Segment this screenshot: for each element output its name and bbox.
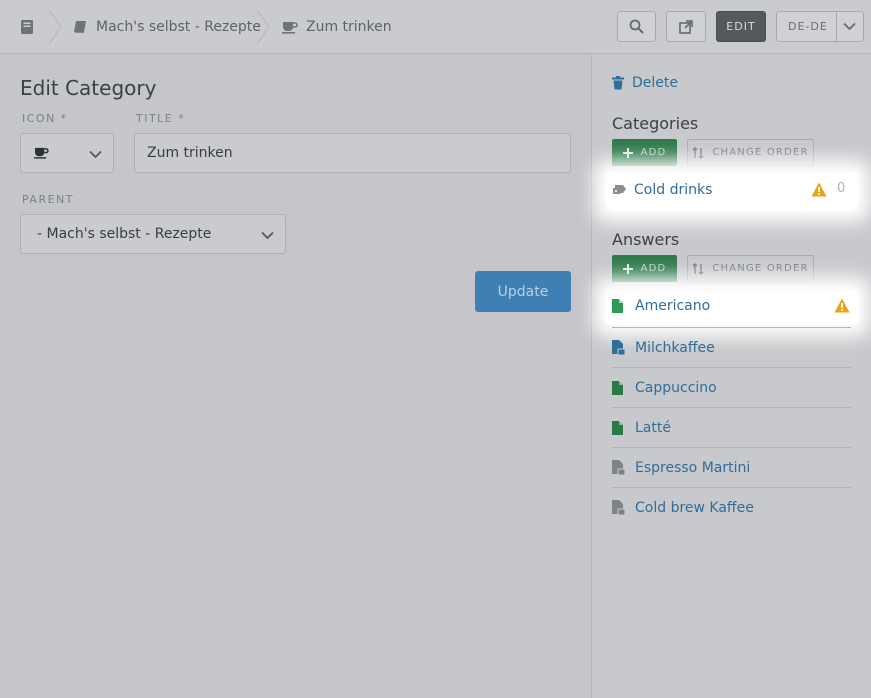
answer-label: Cappuccino [635, 379, 717, 396]
home-book-icon[interactable] [20, 19, 34, 39]
plus-icon [622, 147, 633, 158]
locale-select[interactable]: DE-DE [776, 11, 864, 42]
change-order-answers-button[interactable]: CHANGE ORDER [687, 255, 814, 282]
answer-label: Milchkaffee [635, 339, 715, 356]
title-input[interactable]: Zum trinken [134, 133, 571, 173]
breadcrumb-label: Zum trinken [306, 19, 392, 35]
file-green-icon [612, 380, 623, 395]
add-label: ADD [640, 263, 667, 274]
categories-heading: Categories [612, 114, 699, 133]
update-button[interactable]: Update [475, 271, 571, 312]
chevron-down-icon [261, 231, 274, 240]
answers-heading: Answers [612, 230, 680, 249]
sort-arrows-icon [692, 146, 704, 159]
category-label: Cold drinks [634, 182, 713, 198]
page-title: Edit Category [20, 76, 157, 100]
coffee-cup-icon [282, 21, 298, 34]
warning-icon [834, 298, 850, 313]
edit-button[interactable]: EDIT [716, 11, 766, 42]
answer-row[interactable]: Cold brew Kaffee [612, 487, 851, 527]
file-green-icon [612, 420, 623, 435]
breadcrumb-label: Mach's selbst - Rezepte [96, 19, 261, 35]
breadcrumb-separator-icon [48, 10, 62, 44]
locale-label: DE-DE [788, 20, 828, 33]
change-order-label: CHANGE ORDER [712, 147, 809, 158]
tags-icon [613, 185, 626, 194]
icon-label: ICON * [22, 112, 68, 125]
open-external-button[interactable] [666, 11, 706, 42]
parent-select[interactable]: - Mach's selbst - Rezepte [20, 214, 286, 254]
book-icon [74, 21, 86, 33]
parent-select-value: - Mach's selbst - Rezepte [37, 226, 212, 242]
plus-icon [622, 263, 633, 274]
change-order-categories-button[interactable]: CHANGE ORDER [687, 139, 814, 166]
answer-row[interactable]: Americano [612, 286, 851, 326]
file-green-icon [612, 299, 623, 313]
add-answer-button[interactable]: ADD [612, 255, 677, 282]
search-button[interactable] [617, 11, 656, 42]
breadcrumb-item-current[interactable]: Zum trinken [282, 0, 392, 54]
answer-row[interactable]: Cappuccino [612, 367, 851, 407]
search-icon [629, 19, 644, 34]
file-grey-icon [612, 500, 625, 515]
delete-label: Delete [632, 75, 678, 91]
answer-label: Cold brew Kaffee [635, 499, 754, 516]
add-label: ADD [640, 147, 667, 158]
answer-label: Americano [635, 298, 711, 314]
answer-label: Latté [635, 419, 671, 436]
answer-row[interactable]: Latté [612, 407, 851, 447]
breadcrumb-separator-icon [256, 10, 270, 44]
title-label: TITLE * [136, 112, 186, 125]
external-link-icon [679, 19, 693, 34]
answer-row[interactable]: Milchkaffee [612, 327, 851, 367]
top-bar: Mach's selbst - Rezepte Zum trinken EDIT… [0, 0, 871, 54]
add-category-button[interactable]: ADD [612, 139, 677, 166]
file-lock-blue-icon [612, 340, 625, 355]
answer-label: Espresso Martini [635, 459, 751, 476]
warning-icon [811, 182, 827, 197]
icon-select[interactable] [20, 133, 114, 173]
breadcrumb-item-parent[interactable]: Mach's selbst - Rezepte [73, 0, 261, 54]
sort-arrows-icon [692, 262, 704, 275]
parent-label: PARENT [22, 193, 74, 206]
chevron-down-icon [89, 150, 102, 159]
category-count: 0 [837, 181, 846, 196]
coffee-cup-icon [34, 147, 49, 159]
chevron-down-icon [843, 22, 856, 31]
category-row[interactable]: Cold drinks 0 [612, 170, 851, 210]
answer-row[interactable]: Espresso Martini [612, 447, 851, 487]
change-order-label: CHANGE ORDER [712, 263, 809, 274]
file-grey-icon [612, 460, 625, 475]
delete-button[interactable]: Delete [612, 75, 678, 91]
title-input-value: Zum trinken [147, 145, 233, 161]
trash-icon [612, 76, 624, 90]
